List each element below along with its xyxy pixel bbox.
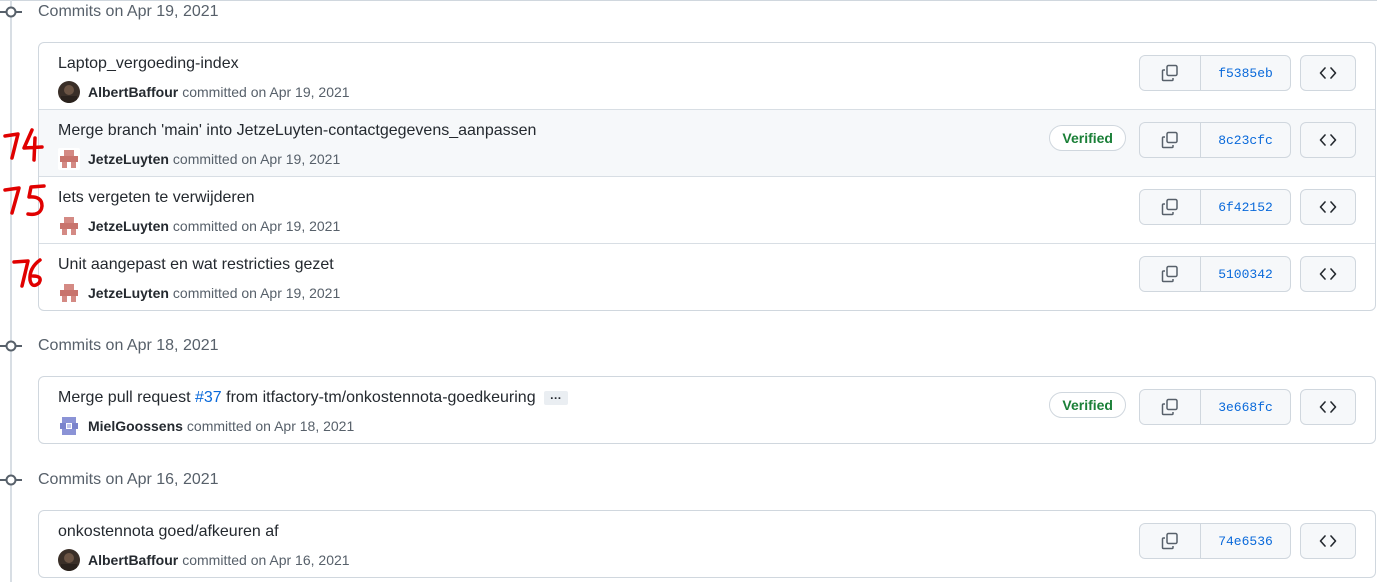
commit-sha-link[interactable]: f5385eb — [1201, 56, 1290, 90]
commit-date: committed on Apr 19, 2021 — [182, 84, 350, 100]
top-border — [0, 0, 1377, 1]
author-link[interactable]: AlbertBaffour — [88, 552, 178, 568]
avatar[interactable] — [58, 282, 80, 304]
copy-icon — [1161, 131, 1178, 149]
code-icon — [1319, 67, 1337, 79]
commit-row: onkostennota goed/afkeuren af AlbertBaff… — [39, 511, 1375, 577]
code-icon — [1319, 401, 1337, 413]
author-link[interactable]: JetzeLuyten — [88, 151, 169, 167]
browse-repo-button[interactable] — [1300, 523, 1356, 559]
commit-row: Iets vergeten te verwijderen JetzeLuyten… — [39, 177, 1375, 244]
group-title: Commits on Apr 19, 2021 — [38, 3, 219, 20]
author-link[interactable]: JetzeLuyten — [88, 285, 169, 301]
commit-message[interactable]: onkostennota goed/afkeuren af — [58, 523, 279, 541]
commit-message[interactable]: Unit aangepast en wat restricties gezet — [58, 256, 334, 274]
commit-meta: AlbertBaffour committed on Apr 19, 2021 — [58, 81, 350, 103]
sha-button-group: 8c23cfc — [1139, 122, 1291, 158]
commit-date: committed on Apr 18, 2021 — [186, 418, 355, 434]
commit-group-card: onkostennota goed/afkeuren af AlbertBaff… — [38, 510, 1376, 578]
commit-message-prefix[interactable]: Merge pull request — [58, 389, 195, 406]
avatar[interactable] — [58, 81, 80, 103]
commit-sha-link[interactable]: 74e6536 — [1201, 524, 1290, 558]
browse-repo-button[interactable] — [1300, 55, 1356, 91]
expand-message-button[interactable]: … — [543, 389, 568, 405]
browse-repo-button[interactable] — [1300, 122, 1356, 158]
copy-sha-button[interactable] — [1140, 190, 1201, 224]
verified-badge[interactable]: Verified — [1049, 392, 1126, 418]
browse-repo-button[interactable] — [1300, 256, 1356, 292]
commit-group-card: Merge pull request #37 from itfactory-tm… — [38, 376, 1376, 444]
commit-sha-link[interactable]: 8c23cfc — [1201, 123, 1290, 157]
commit-row: Merge branch 'main' into JetzeLuyten-con… — [39, 110, 1375, 177]
copy-sha-button[interactable] — [1140, 257, 1201, 291]
git-commit-icon — [0, 340, 22, 352]
copy-icon — [1161, 265, 1178, 283]
author-link[interactable]: MielGoossens — [88, 418, 183, 434]
code-icon — [1319, 201, 1337, 213]
avatar[interactable] — [58, 215, 80, 237]
code-icon — [1319, 535, 1337, 547]
commit-message-suffix[interactable]: from itfactory-tm/onkostennota-goedkeuri… — [222, 389, 536, 406]
copy-icon — [1161, 198, 1178, 216]
commit-message[interactable]: Iets vergeten te verwijderen — [58, 189, 255, 207]
pull-request-link[interactable]: #37 — [195, 389, 222, 406]
commit-meta: JetzeLuyten committed on Apr 19, 2021 — [58, 282, 340, 304]
code-icon — [1319, 134, 1337, 146]
commit-row: Laptop_vergoeding-index AlbertBaffour co… — [39, 43, 1375, 110]
copy-icon — [1161, 532, 1178, 550]
handwritten-annotation-74 — [3, 128, 44, 162]
git-commit-icon — [0, 6, 22, 18]
sha-button-group: 5100342 — [1139, 256, 1291, 292]
commit-date: committed on Apr 16, 2021 — [182, 552, 350, 568]
author-link[interactable]: JetzeLuyten — [88, 218, 169, 234]
commit-date: committed on Apr 19, 2021 — [172, 218, 341, 234]
commit-meta: MielGoossens committed on Apr 18, 2021 — [58, 415, 354, 437]
commit-message[interactable]: Merge pull request #37 from itfactory-tm… — [58, 389, 568, 407]
code-icon — [1319, 268, 1337, 280]
handwritten-annotation-75 — [3, 184, 46, 217]
commit-meta: AlbertBaffour committed on Apr 16, 2021 — [58, 549, 350, 571]
commit-meta: JetzeLuyten committed on Apr 19, 2021 — [58, 148, 340, 170]
avatar[interactable] — [58, 549, 80, 571]
commit-date: committed on Apr 19, 2021 — [172, 285, 341, 301]
commit-message[interactable]: Laptop_vergoeding-index — [58, 55, 239, 73]
sha-button-group: 3e668fc — [1139, 389, 1291, 425]
commit-sha-link[interactable]: 5100342 — [1201, 257, 1290, 291]
verified-badge[interactable]: Verified — [1049, 125, 1126, 151]
commit-group-card: Laptop_vergoeding-index AlbertBaffour co… — [38, 42, 1376, 311]
commit-row: Merge pull request #37 from itfactory-tm… — [39, 377, 1375, 443]
copy-sha-button[interactable] — [1140, 123, 1201, 157]
avatar[interactable] — [58, 415, 80, 437]
commit-sha-link[interactable]: 3e668fc — [1201, 390, 1290, 424]
handwritten-annotation-76 — [12, 258, 42, 288]
group-title: Commits on Apr 18, 2021 — [38, 337, 219, 354]
avatar[interactable] — [58, 148, 80, 170]
sha-button-group: 74e6536 — [1139, 523, 1291, 559]
author-link[interactable]: AlbertBaffour — [88, 84, 178, 100]
copy-sha-button[interactable] — [1140, 390, 1201, 424]
copy-icon — [1161, 398, 1178, 416]
copy-sha-button[interactable] — [1140, 56, 1201, 90]
copy-sha-button[interactable] — [1140, 524, 1201, 558]
copy-icon — [1161, 64, 1178, 82]
commit-sha-link[interactable]: 6f42152 — [1201, 190, 1290, 224]
group-title: Commits on Apr 16, 2021 — [38, 471, 219, 488]
commit-date: committed on Apr 19, 2021 — [172, 151, 341, 167]
git-commit-icon — [0, 474, 22, 486]
browse-repo-button[interactable] — [1300, 189, 1356, 225]
browse-repo-button[interactable] — [1300, 389, 1356, 425]
commit-message[interactable]: Merge branch 'main' into JetzeLuyten-con… — [58, 122, 536, 140]
commit-meta: JetzeLuyten committed on Apr 19, 2021 — [58, 215, 340, 237]
sha-button-group: 6f42152 — [1139, 189, 1291, 225]
sha-button-group: f5385eb — [1139, 55, 1291, 91]
commit-row: Unit aangepast en wat restricties gezet … — [39, 244, 1375, 310]
